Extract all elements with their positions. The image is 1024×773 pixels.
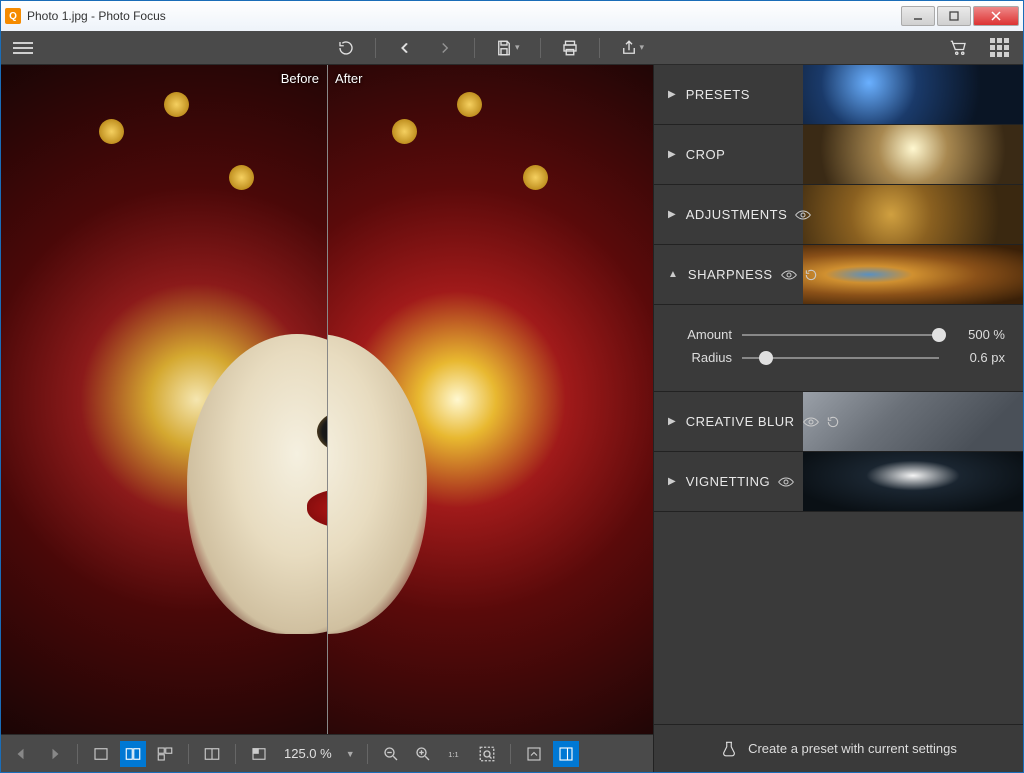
chevron-right-icon: ▶ [668,476,676,487]
zoom-in-button[interactable] [410,741,436,767]
sharpness-title: SHARPNESS [688,267,773,282]
create-preset-label: Create a preset with current settings [748,741,957,756]
after-label: After [335,71,362,86]
before-label: Before [281,71,319,86]
panel-vignetting[interactable]: ▶ VIGNETTING [654,452,1023,512]
info-panel-button[interactable] [521,741,547,767]
eye-icon[interactable] [778,476,794,488]
eye-icon[interactable] [795,209,811,221]
eye-icon[interactable] [781,269,797,281]
chevron-right-icon: ▶ [668,89,676,100]
radius-slider[interactable] [742,357,939,359]
vignetting-title: VIGNETTING [686,474,770,489]
next-image-button[interactable] [41,741,67,767]
after-view: After [327,65,653,734]
save-button[interactable]: ▾ [489,35,526,61]
crop-title: CROP [686,147,726,162]
presets-title: PRESETS [686,87,750,102]
chevron-right-icon: ▶ [668,149,676,160]
preview-area: Before After [1,65,653,772]
undo-button[interactable] [390,35,420,61]
chevron-down-icon: ▲ [668,269,678,280]
reset-icon[interactable] [803,268,819,282]
sharpness-body: Amount 500 % Radius 0.6 px [654,305,1023,392]
zoom-out-button[interactable] [378,741,404,767]
nav-thumbnail-button[interactable] [246,741,272,767]
redo-button[interactable] [430,35,460,61]
creative-blur-title: CREATIVE BLUR [686,414,795,429]
chevron-right-icon: ▶ [668,209,676,220]
minimize-button[interactable] [901,6,935,26]
panel-adjustments[interactable]: ▶ ADJUSTMENTS [654,185,1023,245]
app-icon: Q [5,8,21,24]
svg-text:1:1: 1:1 [448,750,458,759]
radius-label: Radius [672,350,732,365]
thumbnails-button[interactable] [984,34,1015,61]
zoom-fit-button[interactable] [474,741,500,767]
window-title: Photo 1.jpg - Photo Focus [27,9,899,23]
zoom-dropdown[interactable]: ▼ [344,749,357,759]
menu-button[interactable] [9,36,37,60]
create-preset-button[interactable]: Create a preset with current settings [654,724,1023,772]
eye-icon[interactable] [803,416,819,428]
bottom-toolbar: 125.0 % ▼ 1:1 [1,734,653,772]
split-view-button[interactable] [120,741,146,767]
panel-crop[interactable]: ▶ CROP [654,125,1023,185]
canvas[interactable]: Before After [1,65,653,734]
share-button[interactable]: ▾ [614,35,651,61]
amount-slider[interactable] [742,334,939,336]
prev-image-button[interactable] [9,741,35,767]
zoom-100-button[interactable]: 1:1 [442,741,468,767]
panel-creative-blur[interactable]: ▶ CREATIVE BLUR [654,392,1023,452]
titlebar: Q Photo 1.jpg - Photo Focus [1,1,1023,31]
before-view: Before [1,65,327,734]
adjustments-title: ADJUSTMENTS [686,207,788,222]
revert-button[interactable] [331,35,361,61]
quad-view-button[interactable] [152,741,178,767]
print-button[interactable] [555,35,585,61]
single-view-button[interactable] [88,741,114,767]
panel-presets[interactable]: ▶ PRESETS [654,65,1023,125]
top-toolbar: ▾ ▾ [1,31,1023,65]
side-panel-button[interactable] [553,741,579,767]
chevron-right-icon: ▶ [668,416,676,427]
maximize-button[interactable] [937,6,971,26]
radius-value: 0.6 px [949,350,1005,365]
panel-sharpness[interactable]: ▲ SHARPNESS [654,245,1023,305]
compare-mode-button[interactable] [199,741,225,767]
amount-value: 500 % [949,327,1005,342]
zoom-value: 125.0 % [278,746,338,761]
right-panel: ▶ PRESETS ▶ CROP ▶ ADJUSTMENTS [653,65,1023,772]
cart-button[interactable] [944,35,974,61]
reset-icon[interactable] [825,415,841,429]
compare-divider[interactable] [327,65,328,734]
amount-label: Amount [672,327,732,342]
close-button[interactable] [973,6,1019,26]
